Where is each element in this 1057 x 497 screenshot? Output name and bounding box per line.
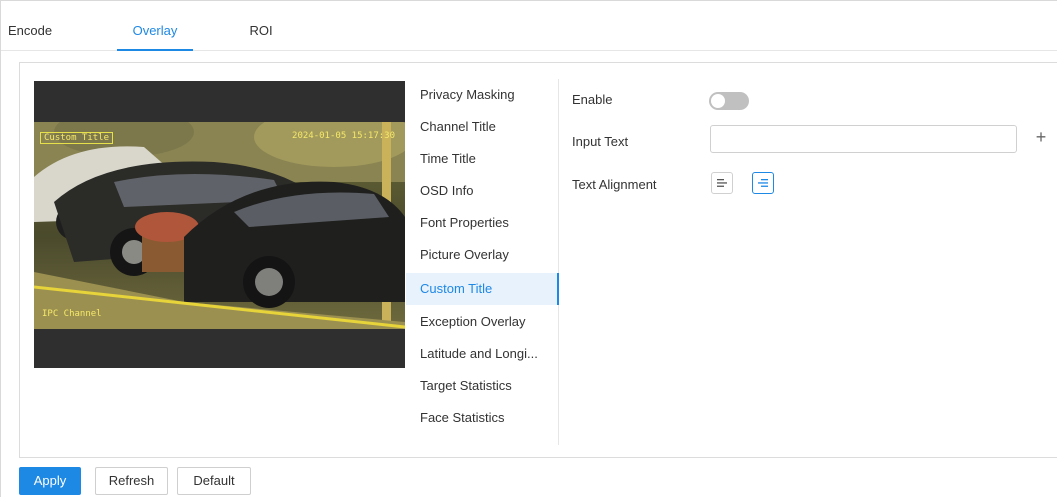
submenu-item-privacy-masking[interactable]: Privacy Masking xyxy=(406,79,558,111)
overlay-content-panel: Custom Title 2024-01-05 15:17:30 IPC Cha… xyxy=(19,62,1057,458)
enable-label: Enable xyxy=(572,92,613,107)
align-right-button[interactable] xyxy=(752,172,774,194)
tab-overlay[interactable]: Overlay xyxy=(117,23,193,51)
submenu-item-picture-overlay[interactable]: Picture Overlay xyxy=(406,239,558,271)
custom-title-form: Enable Input Text + Text Alignment xyxy=(572,63,1052,363)
submenu-item-face-statistics[interactable]: Face Statistics xyxy=(406,402,558,434)
submenu-item-exception-overlay[interactable]: Exception Overlay xyxy=(406,306,558,338)
apply-button[interactable]: Apply xyxy=(19,467,81,495)
toggle-knob xyxy=(711,94,725,108)
refresh-button[interactable]: Refresh xyxy=(95,467,168,495)
submenu-item-latitude-longitude[interactable]: Latitude and Longi... xyxy=(406,338,558,370)
align-left-button[interactable] xyxy=(711,172,733,194)
video-preview: Custom Title 2024-01-05 15:17:30 IPC Cha… xyxy=(34,81,405,368)
tab-bar: Encode Overlay ROI xyxy=(1,9,1057,51)
overlay-submenu: Privacy Masking Channel Title Time Title… xyxy=(406,79,559,445)
camera-scene-image: Custom Title 2024-01-05 15:17:30 IPC Cha… xyxy=(34,122,405,329)
add-line-plus-icon[interactable]: + xyxy=(1030,127,1052,149)
input-text-field[interactable] xyxy=(710,125,1017,153)
align-right-icon xyxy=(758,179,768,187)
submenu-item-channel-title[interactable]: Channel Title xyxy=(406,111,558,143)
submenu-item-osd-info[interactable]: OSD Info xyxy=(406,175,558,207)
text-alignment-label: Text Alignment xyxy=(572,177,657,192)
align-left-icon xyxy=(717,179,727,187)
tab-overlay-label: Overlay xyxy=(132,23,178,38)
enable-toggle[interactable] xyxy=(709,92,749,110)
submenu-item-custom-title[interactable]: Custom Title xyxy=(406,273,559,305)
tab-active-underline xyxy=(117,49,193,51)
tab-encode[interactable]: Encode xyxy=(8,23,68,51)
window: Encode Overlay ROI Custom Title 2024-01-… xyxy=(0,0,1057,497)
submenu-item-time-title[interactable]: Time Title xyxy=(406,143,558,175)
submenu-item-target-statistics[interactable]: Target Statistics xyxy=(406,370,558,402)
osd-time-title: 2024-01-05 15:17:30 xyxy=(292,131,395,141)
submenu-item-font-properties[interactable]: Font Properties xyxy=(406,207,558,239)
tab-roi[interactable]: ROI xyxy=(241,23,281,51)
osd-channel-title: Custom Title xyxy=(40,132,114,144)
input-text-label: Input Text xyxy=(572,134,629,149)
osd-bottom-title: IPC Channel xyxy=(42,309,102,319)
default-button[interactable]: Default xyxy=(177,467,251,495)
